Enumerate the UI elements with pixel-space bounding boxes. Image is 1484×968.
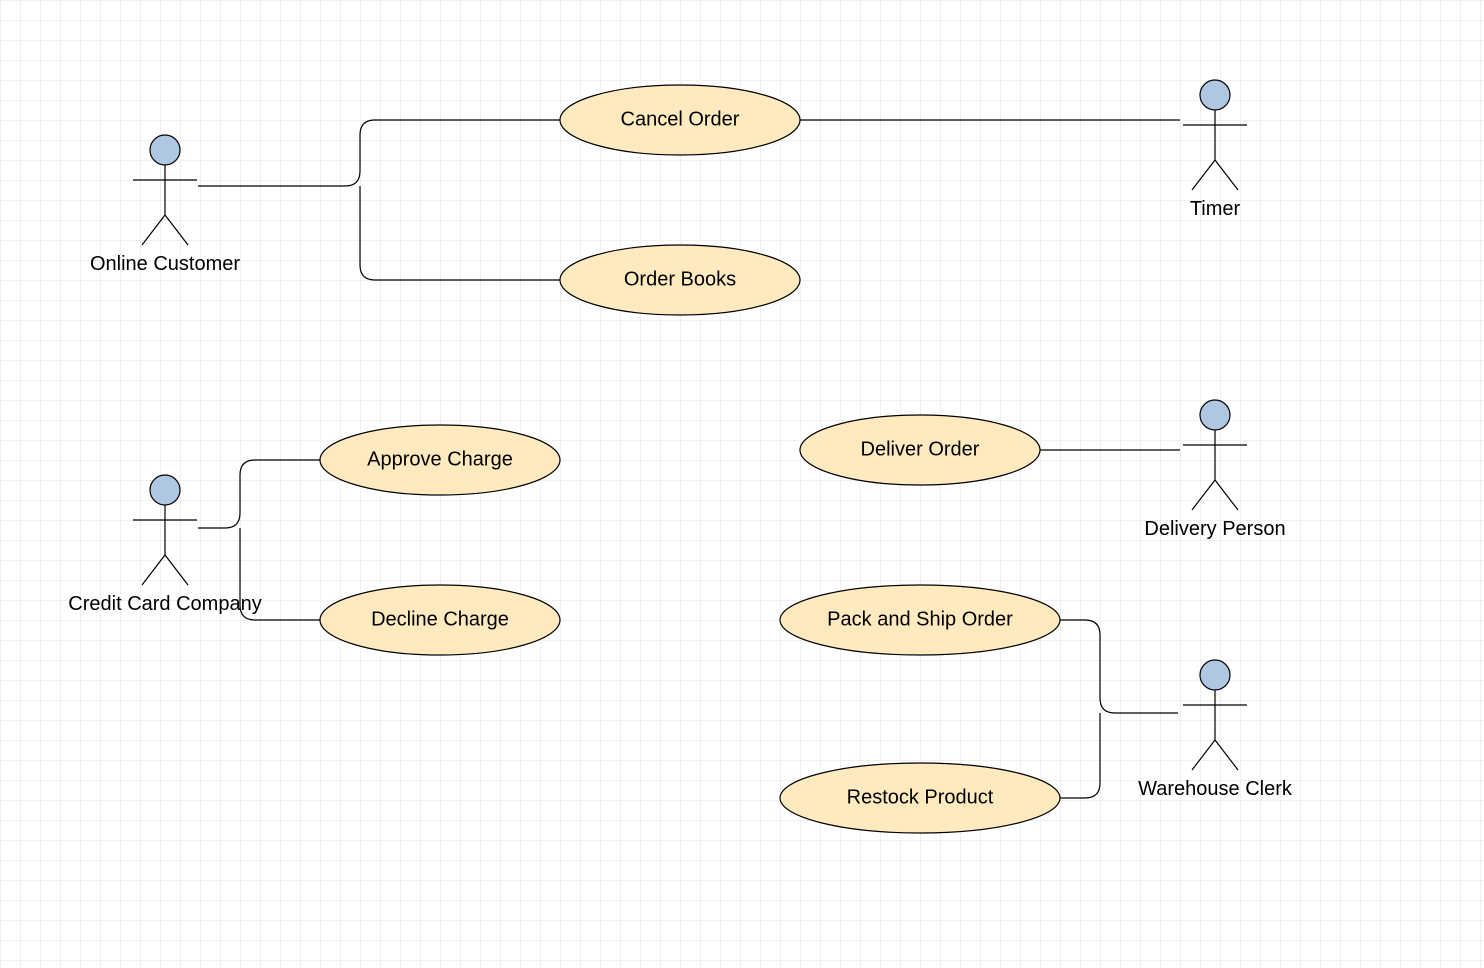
actor-timer[interactable]: Timer (1183, 80, 1247, 220)
diagram-canvas[interactable]: Online Customer Timer Credit Card Compan… (0, 0, 1484, 968)
actor-warehouse-clerk-label: Warehouse Clerk (1138, 778, 1293, 800)
actor-online-customer[interactable]: Online Customer (90, 135, 240, 275)
actor-credit-card-company[interactable]: Credit Card Company (68, 475, 261, 615)
usecase-deliver-order-label: Deliver Order (861, 438, 980, 460)
usecase-pack-and-ship-order-label: Pack and Ship Order (827, 608, 1013, 630)
usecase-approve-charge[interactable]: Approve Charge (320, 425, 560, 495)
usecase-order-books-label: Order Books (624, 268, 736, 290)
usecase-decline-charge-label: Decline Charge (371, 608, 509, 630)
usecase-cancel-order-label: Cancel Order (621, 108, 740, 130)
usecase-order-books[interactable]: Order Books (560, 245, 800, 315)
actor-timer-label: Timer (1190, 198, 1241, 220)
actor-online-customer-label: Online Customer (90, 253, 240, 275)
actor-credit-card-company-label: Credit Card Company (68, 593, 261, 615)
usecase-restock-product-label: Restock Product (847, 786, 994, 808)
assoc-warehouse-branch (1060, 620, 1178, 798)
usecase-pack-and-ship-order[interactable]: Pack and Ship Order (780, 585, 1060, 655)
actor-warehouse-clerk[interactable]: Warehouse Clerk (1138, 660, 1293, 800)
actor-delivery-person-label: Delivery Person (1144, 518, 1285, 540)
usecase-restock-product[interactable]: Restock Product (780, 763, 1060, 833)
usecase-cancel-order[interactable]: Cancel Order (560, 85, 800, 155)
usecase-approve-charge-label: Approve Charge (367, 448, 513, 470)
assoc-online-customer-branch (198, 120, 562, 280)
actor-delivery-person[interactable]: Delivery Person (1144, 400, 1285, 540)
usecase-decline-charge[interactable]: Decline Charge (320, 585, 560, 655)
usecase-deliver-order[interactable]: Deliver Order (800, 415, 1040, 485)
